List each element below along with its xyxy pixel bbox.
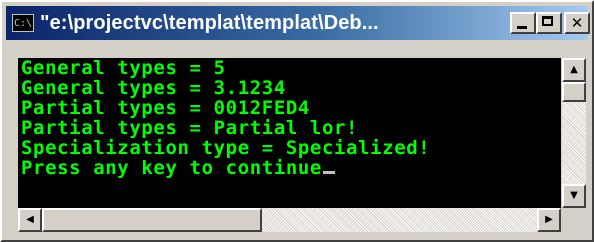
- text-cursor: [322, 171, 335, 174]
- vertical-scroll-thumb[interactable]: [562, 82, 586, 102]
- scroll-left-button[interactable]: ◀: [18, 208, 42, 232]
- minimize-icon: [512, 14, 534, 32]
- console-prompt-text: Press any key to continue: [21, 157, 322, 179]
- close-button[interactable]: ✕: [564, 12, 590, 34]
- scroll-down-button[interactable]: ▼: [562, 184, 586, 208]
- console-line: Partial types = Partial lor!: [21, 117, 359, 139]
- window-title: "e:\projectvc\templat\templat\Deb...: [40, 11, 379, 34]
- console-line: Specialization type = Specialized!: [21, 137, 431, 159]
- console-output[interactable]: General types = 5 General types = 3.1234…: [18, 58, 561, 208]
- maximize-button[interactable]: [536, 12, 562, 34]
- minimize-button[interactable]: [510, 12, 536, 34]
- maximize-icon: [538, 14, 560, 32]
- vertical-scrollbar[interactable]: ▲ ▼: [562, 58, 586, 208]
- console-system-icon[interactable]: C:\: [12, 14, 34, 32]
- left-arrow-icon: ◀: [26, 214, 34, 225]
- scrollbar-corner: [562, 208, 586, 232]
- horizontal-scroll-thumb[interactable]: [42, 208, 262, 232]
- console-line: Partial types = 0012FED4: [21, 97, 310, 119]
- scroll-right-button[interactable]: ▶: [537, 208, 561, 232]
- title-bar[interactable]: C:\ "e:\projectvc\templat\templat\Deb...…: [6, 6, 590, 40]
- console-prompt-line: Press any key to continue: [18, 158, 561, 178]
- console-line: General types = 3.1234: [21, 77, 286, 99]
- console-window: C:\ "e:\projectvc\templat\templat\Deb...…: [0, 0, 594, 242]
- scroll-up-button[interactable]: ▲: [562, 58, 586, 82]
- console-line: General types = 5: [21, 58, 226, 79]
- horizontal-scrollbar[interactable]: ◀ ▶: [18, 208, 561, 232]
- up-arrow-icon: ▲: [570, 64, 578, 75]
- close-icon: ✕: [570, 14, 584, 32]
- right-arrow-icon: ▶: [545, 214, 553, 225]
- down-arrow-icon: ▼: [570, 190, 578, 201]
